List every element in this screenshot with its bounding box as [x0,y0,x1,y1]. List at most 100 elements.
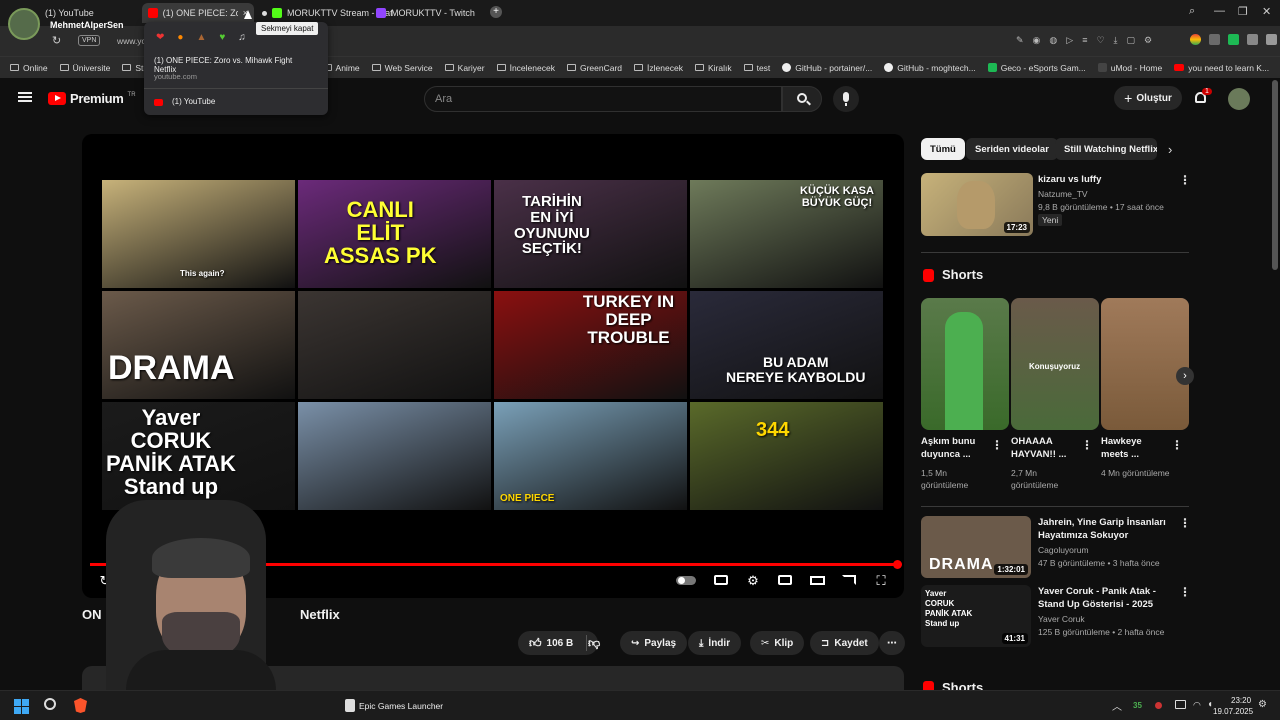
bookmark-incelenecek[interactable]: İncelenecek [496,63,555,73]
more-vertical-icon[interactable]: ⋮ [1179,516,1191,530]
box-icon[interactable]: ▢ [1127,35,1136,46]
clip-button[interactable]: ✂ Klip [750,631,805,655]
bookmark-anime[interactable]: Anime [322,63,360,73]
more-vertical-icon[interactable]: ⋮ [1179,585,1191,599]
subtitles-icon[interactable] [713,573,729,587]
monitor-icon[interactable] [1175,700,1186,709]
close-window-icon[interactable]: ✕ [1262,5,1271,18]
menu-icon[interactable]: ≡ [1082,35,1087,46]
fullscreen-icon[interactable]: ⛶ [873,573,889,588]
bookmark-web-service[interactable]: Web Service [371,63,433,73]
bookmark-izlenecek[interactable]: İzlenecek [634,63,683,73]
tab-one-piece[interactable]: (1) ONE PIECE: Zoro v × [142,3,254,23]
clock-date[interactable]: 19.07.2025 [1213,707,1253,716]
end-screen-video-6[interactable] [298,291,491,399]
save-button[interactable]: ⊐ Kaydet [810,631,879,655]
shield-ext-icon[interactable] [1209,34,1220,45]
clock-time[interactable]: 23:20 [1231,696,1251,705]
more-vertical-icon[interactable]: ⋮ [1081,438,1093,452]
theater-mode-icon[interactable] [809,573,825,587]
rec-2-title[interactable]: Yaver Coruk - Panik Atak - Stand Up Göst… [1038,585,1172,611]
brave-browser-icon[interactable] [74,698,87,713]
new-tab-button[interactable]: + [490,6,502,18]
tray-chevron-icon[interactable]: ︿ [1112,698,1122,713]
search-tabs-icon[interactable]: ⌕ [1189,5,1195,18]
create-button[interactable]: + Oluştur [1114,86,1182,110]
heart-reaction-icon[interactable]: ❤ [156,32,164,43]
search-button[interactable] [782,86,822,112]
search-icon[interactable] [44,698,56,710]
windows-start-icon[interactable] [14,699,29,714]
notification-center-icon[interactable]: ⚙ [1258,699,1267,710]
camera-icon[interactable]: ◉ [1033,35,1041,46]
shield-icon[interactable]: ◍ [1049,35,1057,46]
end-screen-video-5[interactable]: DRAMA [102,291,295,399]
recommended-thumb[interactable]: 17:23 [921,173,1033,236]
bookmark-kariyer[interactable]: Kariyer [444,63,485,73]
green-ext-icon[interactable] [1228,34,1239,45]
bookmark-universite[interactable]: Üniversite [59,63,110,73]
address-bar[interactable]: www.yo [117,36,146,46]
youtube-logo[interactable]: Premium TR [48,91,136,106]
edit-icon[interactable]: ✎ [1016,35,1024,46]
tab-twitch[interactable]: MORUKTTV - Twitch [370,3,481,23]
bookmark-greencard[interactable]: GreenCard [566,63,622,73]
progress-scrubber[interactable] [893,560,902,569]
end-screen-video-1[interactable]: This again? [102,180,295,288]
end-screen-video-10[interactable] [298,402,491,510]
puzzle-icon[interactable] [1266,34,1277,45]
more-actions-button[interactable]: ⋯ [879,631,905,655]
end-screen-video-12[interactable]: 344 [690,402,883,510]
rec-1-channel[interactable]: Cagoluyorum [1038,544,1089,556]
short-3-title[interactable]: Hawkeye meets ... [1101,435,1167,461]
hamburger-menu-icon[interactable] [18,92,32,102]
maximize-icon[interactable]: ❐ [1238,5,1248,18]
chip-still-watching[interactable]: Still Watching Netflix [1055,138,1157,160]
play-icon[interactable]: ▷ [1066,35,1073,46]
rec-1-thumb[interactable]: DRAMA 1:32:01 [921,516,1031,578]
settings-icon[interactable]: ⚙ [1144,35,1152,46]
profile-avatar[interactable] [8,8,40,40]
chip-all[interactable]: Tümü [921,138,965,160]
poop-reaction-icon[interactable]: ▲ [196,32,206,43]
heart-icon[interactable]: ♡ [1096,35,1104,46]
account-avatar[interactable] [1228,88,1250,110]
tray-red-icon[interactable] [1155,702,1162,709]
menu-ext-icon[interactable] [1247,34,1258,45]
short-1-thumb[interactable] [921,298,1009,430]
notifications-button[interactable]: 1 [1194,88,1212,106]
vpn-badge[interactable]: VPN [78,35,101,46]
short-3-thumb[interactable] [1101,298,1189,430]
end-screen-video-8[interactable]: BU ADAM NEREYE KAYBOLDU [690,291,883,399]
more-vertical-icon[interactable]: ⋮ [1171,438,1183,452]
more-vertical-icon[interactable]: ⋮ [991,438,1003,452]
chip-series-videos[interactable]: Seriden videolar [966,138,1058,160]
popup-other-tab[interactable]: (1) YouTube [172,97,215,106]
bookmark-geco[interactable]: Geco - eSports Gam... [987,63,1086,73]
end-screen-video-11[interactable]: ONE PIECE [494,402,687,510]
more-vertical-icon[interactable]: ⋮ [1179,173,1191,187]
bookmark-github-moghtech[interactable]: GitHub - moghtech... [884,63,976,73]
end-screen-video-9[interactable]: Yaver CORUK PANİK ATAK Stand up [102,402,295,510]
miniplayer-icon[interactable] [777,573,793,587]
settings-gear-icon[interactable]: ⚙ [745,573,761,588]
epic-games-icon[interactable] [345,699,355,712]
bookmark-umod[interactable]: uMod - Home [1097,63,1162,73]
recommended-channel[interactable]: Natzume_TV [1038,188,1088,200]
bookmark-youtube-k[interactable]: you need to learn K... [1174,63,1269,73]
search-input[interactable]: Ara [424,86,782,112]
reload-icon[interactable]: ↻ [52,34,61,47]
headphones-reaction-icon[interactable]: ♫ [238,32,246,43]
voice-search-button[interactable] [833,86,859,112]
chevron-right-icon[interactable]: › [1168,142,1172,157]
end-screen-video-3[interactable]: TARİHİN EN İYİ OYUNUNU SEÇTİK! [494,180,687,288]
rec-2-thumb[interactable]: Yaver CORUK PANİK ATAK Stand up 41:31 [921,585,1031,647]
autoplay-toggle[interactable] [676,576,696,585]
recommended-title[interactable]: kizaru vs luffy [1038,173,1101,186]
shorts-next-button[interactable]: › [1176,367,1194,385]
end-screen-video-2[interactable]: CANLI ELİT ASSAS PK [298,180,491,288]
cast-icon[interactable] [841,573,857,587]
rec-1-title[interactable]: Jahrein, Yine Garip İnsanları Hayatımıza… [1038,516,1172,542]
fire-reaction-icon[interactable]: ● [177,32,183,43]
share-button[interactable]: ↪ Paylaş [620,631,688,655]
